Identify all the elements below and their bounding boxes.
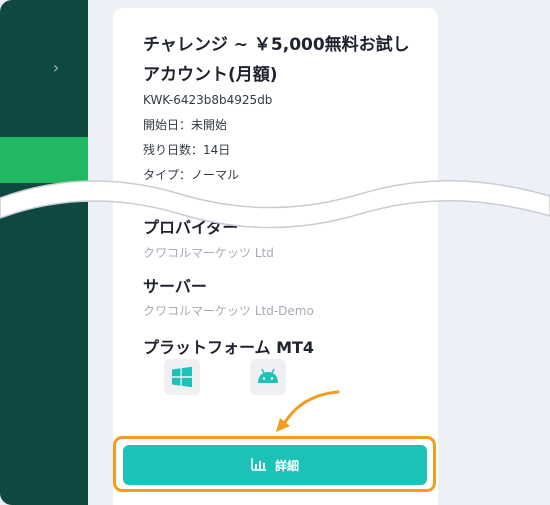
chevron-right-icon[interactable]: › <box>48 58 64 78</box>
account-title: チャレンジ ~ ￥5,000無料お試しアカウント(月額) <box>143 35 410 85</box>
server-label: サーバー <box>143 277 207 296</box>
days-left: 残り日数：14日 <box>143 143 231 157</box>
detail-button-label: 詳細 <box>274 458 299 473</box>
screen: › チャレンジ ~ ￥5,000無料お試しアカウント(月額) KWK-6423b… <box>0 0 550 505</box>
bar-chart-icon <box>251 457 267 474</box>
account-id: KWK-6423b8b4925db <box>143 93 273 107</box>
start-date: 開始日：未開始 <box>143 118 228 132</box>
sidebar: › <box>0 0 88 505</box>
platform-label: プラットフォーム MT4 <box>143 338 315 357</box>
page-break-wave <box>0 180 550 229</box>
provider-value: クワコルマーケッツ Ltd <box>143 246 274 260</box>
pointer-arrow <box>276 390 340 432</box>
detail-button[interactable]: 詳細 <box>123 445 427 485</box>
windows-icon[interactable] <box>164 359 200 395</box>
server-value: クワコルマーケッツ Ltd-Demo <box>143 304 314 318</box>
